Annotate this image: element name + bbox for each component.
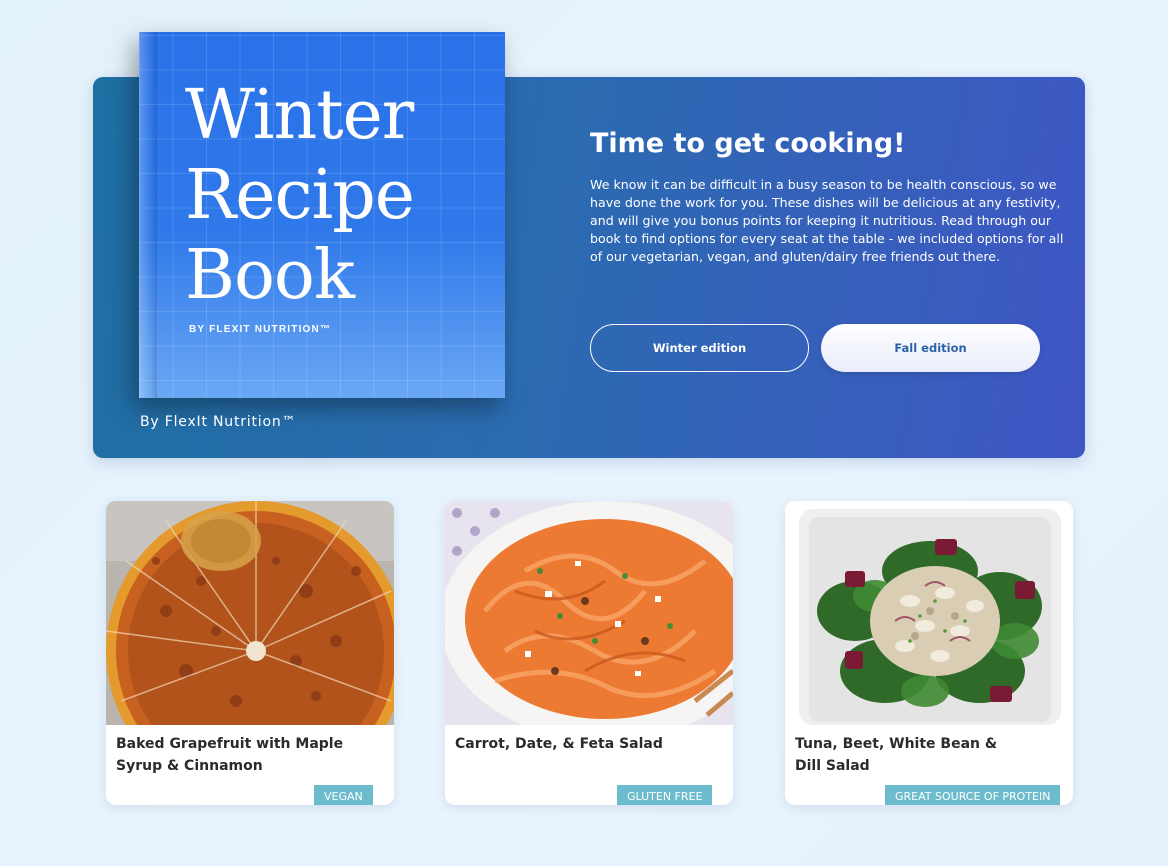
recipe-card-tuna-salad[interactable]: Tuna, Beet, White Bean & Dill Salad GREA… xyxy=(785,501,1073,805)
hero-description: We know it can be difficult in a busy se… xyxy=(590,177,1064,264)
recipe-book-cover: Winter Recipe Book BY FLEXIT NUTRITION™ xyxy=(139,32,505,398)
recipe-card-carrot-salad[interactable]: Carrot, Date, & Feta Salad GLUTEN FREE xyxy=(445,501,733,805)
recipe-tag-vegan: VEGAN xyxy=(314,785,373,805)
book-subtitle: BY FLEXIT NUTRITION™ xyxy=(189,324,332,335)
winter-edition-button[interactable]: Winter edition xyxy=(590,324,809,372)
book-spine xyxy=(139,32,157,398)
recipe-tag-gluten-free: GLUTEN FREE xyxy=(617,785,713,805)
carrot-salad-photo xyxy=(445,501,733,725)
recipe-card-grapefruit[interactable]: Baked Grapefruit with Maple Syrup & Cinn… xyxy=(106,501,394,805)
recipe-title: Baked Grapefruit with Maple Syrup & Cinn… xyxy=(116,736,344,774)
byline: By FlexIt Nutrition™ xyxy=(140,414,297,430)
hero-heading: Time to get cooking! xyxy=(590,128,906,159)
book-title: Winter Recipe Book xyxy=(185,76,415,315)
fall-edition-button[interactable]: Fall edition xyxy=(821,324,1040,372)
tuna-salad-photo xyxy=(785,501,1073,725)
recipe-tag-protein: GREAT SOURCE OF PROTEIN xyxy=(885,785,1061,805)
baked-grapefruit-photo xyxy=(106,501,394,725)
recipe-title: Carrot, Date, & Feta Salad xyxy=(455,736,663,752)
recipe-title: Tuna, Beet, White Bean & Dill Salad xyxy=(795,736,998,774)
